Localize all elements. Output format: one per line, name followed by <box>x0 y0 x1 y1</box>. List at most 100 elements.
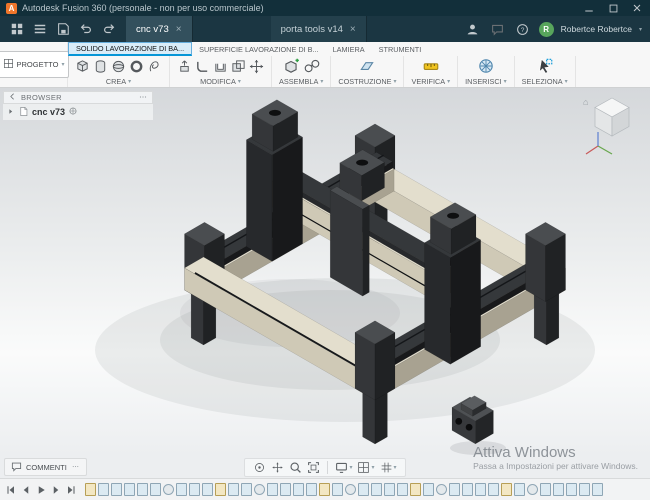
zoom-nav-button[interactable] <box>289 461 302 474</box>
grid-nav-button[interactable]: ▾ <box>380 461 397 474</box>
ribbon-tab-3[interactable]: LAMIERA <box>326 42 372 56</box>
timeline-feature-component[interactable] <box>85 483 96 496</box>
new-component-tool-button[interactable] <box>282 57 300 75</box>
viewport[interactable]: ⌂ BROWSER cnc v73 <box>0 88 650 456</box>
timeline-feature-extrude[interactable] <box>306 483 317 496</box>
timeline-feature-joint[interactable] <box>527 484 538 495</box>
cnc-machine-model[interactable] <box>95 100 595 444</box>
maximize-button[interactable] <box>606 1 620 15</box>
torus-tool-button[interactable] <box>129 59 144 74</box>
move-tool-button[interactable] <box>249 59 264 74</box>
ribbon-tab-1[interactable]: SOLIDO LAVORAZIONE DI BA... <box>68 42 192 56</box>
grip-icon[interactable] <box>138 92 148 104</box>
timeline-feature-extrude[interactable] <box>111 483 122 496</box>
home-view-icon[interactable]: ⌂ <box>583 97 588 107</box>
close-button[interactable] <box>630 1 644 15</box>
timeline-feature-joint[interactable] <box>345 484 356 495</box>
browser-header[interactable]: BROWSER <box>3 91 153 104</box>
redo-button[interactable] <box>100 20 118 38</box>
timeline-feature-extrude[interactable] <box>553 483 564 496</box>
ribbon-group-label[interactable]: MODIFICA▾ <box>200 77 241 86</box>
timeline-feature-extrude[interactable] <box>384 483 395 496</box>
sphere-tool-button[interactable] <box>111 59 126 74</box>
ribbon-group-label[interactable]: COSTRUZIONE▾ <box>338 77 396 86</box>
timeline-feature-extrude[interactable] <box>228 483 239 496</box>
timeline-skip-start-button[interactable] <box>5 484 17 496</box>
timeline-feature-sketch[interactable] <box>137 483 148 496</box>
ribbon-group-label[interactable]: ASSEMBLA▾ <box>279 77 323 86</box>
measure-tool-button[interactable] <box>422 57 440 75</box>
ribbon-group-label[interactable]: SELEZIONA▾ <box>522 77 568 86</box>
timeline-feature-component[interactable] <box>410 483 421 496</box>
origin-toggle-icon[interactable] <box>68 106 78 118</box>
coil-tool-button[interactable] <box>147 59 162 74</box>
joint-tool-button[interactable] <box>303 57 321 75</box>
collapse-left-icon[interactable] <box>8 92 17 103</box>
person-button[interactable] <box>464 20 482 38</box>
timeline-feature-extrude[interactable] <box>267 483 278 496</box>
timeline-feature-extrude[interactable] <box>449 483 460 496</box>
timeline-feature-sketch[interactable] <box>397 483 408 496</box>
ribbon-tab-2[interactable]: SUPERFICIE LAVORAZIONE DI B... <box>192 42 325 56</box>
progetto-button[interactable]: PROGETTO ▾ <box>0 51 69 78</box>
display-nav-button[interactable]: ▾ <box>335 461 352 474</box>
timeline-feature-sketch[interactable] <box>358 483 369 496</box>
ribbon-group-label[interactable]: VERIFICA▾ <box>411 77 450 86</box>
avatar[interactable]: R <box>539 22 554 37</box>
timeline-feature-component[interactable] <box>215 483 226 496</box>
timeline-feature-sketch[interactable] <box>566 483 577 496</box>
timeline-feature-sketch[interactable] <box>293 483 304 496</box>
minimize-button[interactable] <box>582 1 596 15</box>
timeline-feature-extrude[interactable] <box>423 483 434 496</box>
timeline-feature-extrude[interactable] <box>540 483 551 496</box>
timeline-feature-extrude[interactable] <box>579 483 590 496</box>
timeline-feature-extrude[interactable] <box>280 483 291 496</box>
fit-nav-button[interactable] <box>307 461 320 474</box>
document-tab[interactable]: porta tools v14× <box>271 16 367 42</box>
shell-tool-button[interactable] <box>213 59 228 74</box>
timeline-feature-joint[interactable] <box>163 484 174 495</box>
comment-button[interactable] <box>489 20 507 38</box>
comments-bar[interactable]: COMMENTI <box>4 458 87 476</box>
combine-tool-button[interactable] <box>231 59 246 74</box>
expand-triangle-icon[interactable] <box>6 107 15 118</box>
timeline-feature-sketch[interactable] <box>241 483 252 496</box>
timeline-feature-component[interactable] <box>319 483 330 496</box>
timeline-feature-sketch[interactable] <box>98 483 109 496</box>
document-tab[interactable]: cnc v73× <box>126 16 193 42</box>
timeline-feature-extrude[interactable] <box>332 483 343 496</box>
cylinder-tool-button[interactable] <box>93 59 108 74</box>
ribbon-group-label[interactable]: CREA▾ <box>106 77 131 86</box>
timeline-feature-extrude[interactable] <box>371 483 382 496</box>
timeline-feature-extrude[interactable] <box>124 483 135 496</box>
user-name[interactable]: Robertce Robertce <box>561 24 632 34</box>
timeline-feature-extrude[interactable] <box>488 483 499 496</box>
help-button[interactable]: ? <box>514 20 532 38</box>
cursor-tool-button[interactable] <box>536 57 554 75</box>
cnc-model-canvas[interactable]: ⌂ <box>0 88 650 456</box>
ribbon-tab-4[interactable]: STRUMENTI <box>372 42 429 56</box>
fillet-tool-button[interactable] <box>195 59 210 74</box>
menu-button[interactable] <box>31 20 49 38</box>
data-panel-button[interactable] <box>8 20 26 38</box>
pan-nav-button[interactable] <box>271 461 284 474</box>
timeline-feature-extrude[interactable] <box>202 483 213 496</box>
timeline-step-fwd-button[interactable] <box>50 484 62 496</box>
timeline-feature-extrude[interactable] <box>176 483 187 496</box>
timeline-feature-sketch[interactable] <box>514 483 525 496</box>
close-tab-icon[interactable]: × <box>176 24 182 35</box>
timeline-feature-extrude[interactable] <box>475 483 486 496</box>
timeline-feature-sketch[interactable] <box>462 483 473 496</box>
timeline-feature-joint[interactable] <box>436 484 447 495</box>
orbit-nav-button[interactable] <box>253 461 266 474</box>
timeline-feature-extrude[interactable] <box>150 483 161 496</box>
insert-tool-button[interactable] <box>477 57 495 75</box>
timeline-feature-component[interactable] <box>501 483 512 496</box>
layout-nav-button[interactable]: ▾ <box>357 461 374 474</box>
timeline-play-button[interactable] <box>35 484 47 496</box>
timeline-feature-joint[interactable] <box>254 484 265 495</box>
close-tab-icon[interactable]: × <box>350 24 356 35</box>
ribbon-group-label[interactable]: INSERISCI▾ <box>465 77 507 86</box>
browser-item-document[interactable]: cnc v73 <box>3 104 153 120</box>
plane-tool-button[interactable] <box>358 57 376 75</box>
